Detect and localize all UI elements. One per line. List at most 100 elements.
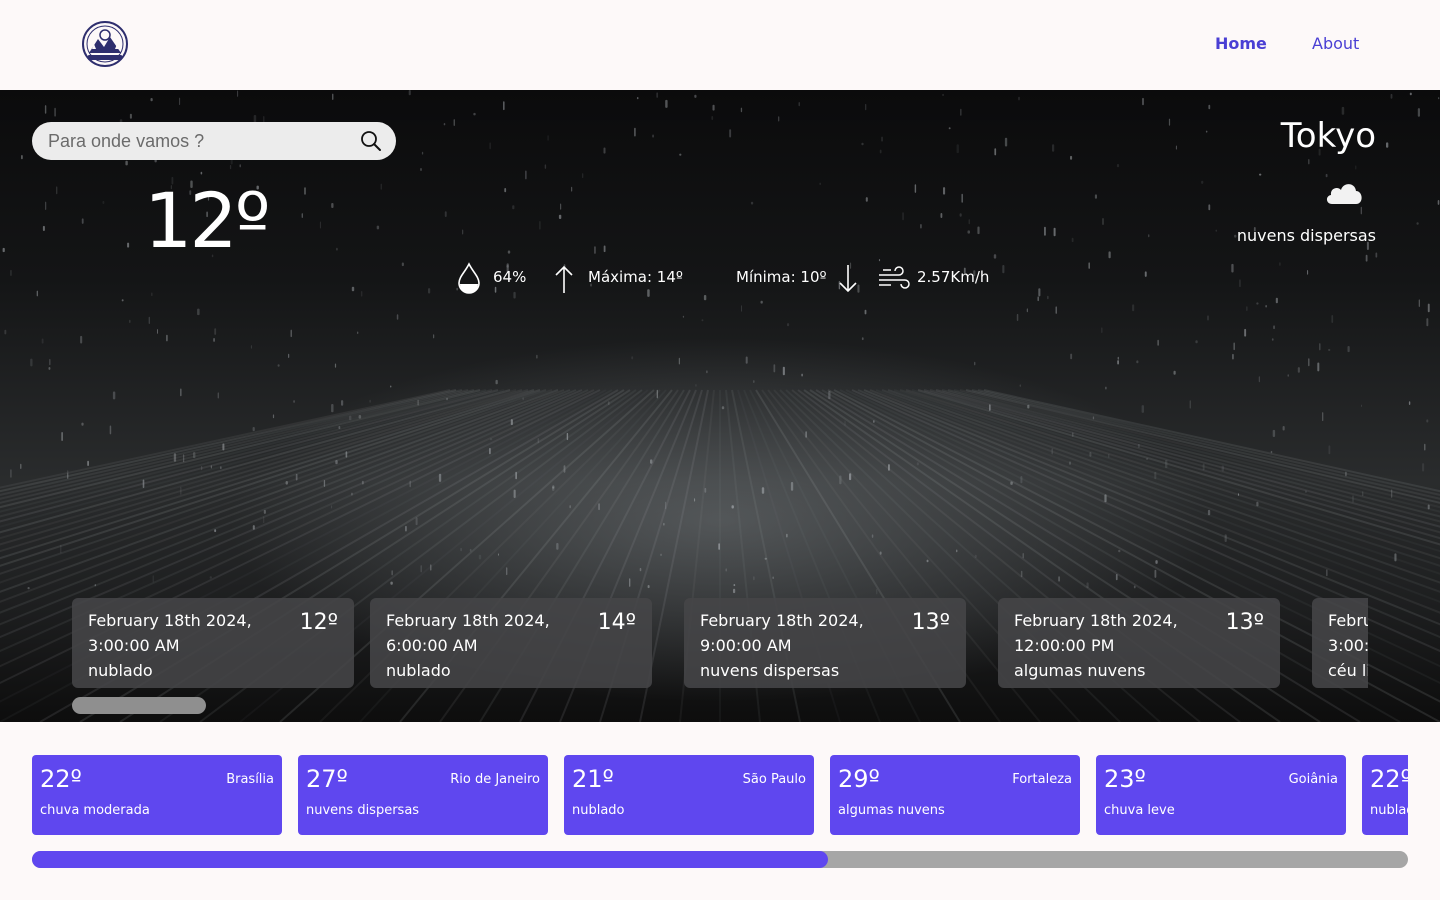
forecast-description: nuvens dispersas — [700, 661, 840, 680]
raindrop — [1189, 400, 1191, 409]
raindrop — [1142, 97, 1144, 106]
nav-home-link[interactable]: Home — [1215, 34, 1267, 53]
city-card[interactable]: 23º Goiânia chuva leve — [1096, 755, 1346, 835]
raindrop — [420, 168, 422, 171]
raindrop — [81, 218, 84, 224]
forecast-card[interactable]: February 18th 2024, 12:00:00 PM algumas … — [998, 598, 1280, 688]
raindrop — [331, 404, 334, 413]
raindrop — [1386, 142, 1389, 148]
raindrop — [916, 462, 919, 466]
raindrop — [151, 292, 153, 297]
forecast-card[interactable]: February 18th 2024, 3:00:00 PM céu limpo — [1312, 598, 1368, 688]
raindrop — [277, 364, 280, 367]
raindrop — [695, 384, 697, 387]
cities-scrollbar-thumb[interactable] — [32, 851, 828, 868]
raindrop — [1394, 553, 1397, 562]
raindrop — [1390, 93, 1393, 99]
raindrop — [1307, 270, 1309, 275]
raindrop — [960, 108, 962, 116]
raindrop — [401, 262, 404, 267]
raindrop — [1105, 386, 1107, 390]
raindrop — [239, 164, 241, 168]
city-card[interactable]: 21º São Paulo nublado — [564, 755, 814, 835]
raindrop — [129, 319, 131, 323]
raindrop — [956, 144, 959, 154]
raindrop — [977, 226, 980, 235]
forecast-card[interactable]: February 18th 2024, 9:00:00 AM nuvens di… — [684, 598, 966, 688]
raindrop — [301, 213, 303, 218]
raindrop — [740, 107, 743, 113]
raindrop — [1019, 384, 1021, 387]
raindrop — [1437, 200, 1440, 205]
raindrop — [694, 94, 697, 98]
city-card[interactable]: 22º nublado — [1362, 755, 1408, 835]
raindrop — [629, 578, 631, 587]
raindrop — [679, 153, 682, 156]
raindrop — [1088, 262, 1090, 269]
cloud-icon — [1326, 184, 1362, 204]
weather-condition: nuvens dispersas — [1236, 226, 1376, 245]
raindrop — [801, 373, 803, 377]
raindrop — [319, 221, 321, 229]
raindrop — [10, 469, 12, 478]
forecast-card[interactable]: February 18th 2024, 3:00:00 AM nublado 1… — [72, 598, 354, 688]
city-card-name: Rio de Janeiro — [450, 772, 540, 787]
raindrop — [54, 107, 56, 117]
search-bar[interactable] — [32, 122, 396, 160]
raindrop — [376, 225, 380, 230]
forecast-date: February 18th 2024, — [1014, 611, 1178, 630]
nav-about-link[interactable]: About — [1312, 34, 1359, 53]
forecast-card[interactable]: February 18th 2024, 6:00:00 AM nublado 1… — [370, 598, 652, 688]
raindrop — [87, 460, 89, 466]
raindrop — [1308, 159, 1310, 165]
raindrop — [420, 565, 422, 573]
weather-trip-logo[interactable] — [80, 19, 130, 69]
raindrop — [1438, 97, 1440, 100]
header: Home About — [0, 0, 1440, 90]
forecast-description: nublado — [386, 661, 451, 680]
raindrop — [636, 97, 639, 100]
raindrop — [1275, 297, 1278, 304]
forecast-date: February 18th 2024, — [1328, 611, 1368, 630]
city-name: Tokyo — [1280, 116, 1376, 156]
raindrop — [647, 289, 650, 297]
raindrop — [129, 113, 132, 119]
raindrop — [460, 547, 462, 552]
raindrop — [864, 309, 867, 315]
raindrop — [506, 567, 508, 576]
raindrop — [790, 482, 794, 491]
raindrop — [1328, 348, 1331, 351]
raindrop — [1047, 295, 1049, 300]
raindrop — [786, 533, 788, 538]
raindrop — [703, 295, 707, 301]
humidity-value: 64% — [493, 268, 527, 286]
city-card-temperature: 23º — [1104, 765, 1146, 793]
raindrop — [1102, 218, 1104, 225]
city-card[interactable]: 22º Brasília chuva moderada — [32, 755, 282, 835]
city-card-description: algumas nuvens — [838, 803, 945, 818]
raindrop — [152, 575, 154, 583]
raindrop — [967, 230, 970, 234]
raindrop — [594, 246, 596, 254]
raindrop — [390, 581, 393, 585]
raindrop — [993, 254, 997, 259]
raindrop — [694, 498, 696, 502]
search-input[interactable] — [48, 129, 348, 153]
raindrop — [1052, 144, 1055, 152]
city-card[interactable]: 27º Rio de Janeiro nuvens dispersas — [298, 755, 548, 835]
city-card[interactable]: 29º Fortaleza algumas nuvens — [830, 755, 1080, 835]
raindrop — [536, 354, 538, 359]
search-icon[interactable] — [360, 130, 382, 152]
arrow-up-icon — [555, 265, 573, 293]
forecast-scrollbar-thumb[interactable] — [72, 697, 206, 714]
raindrop — [782, 366, 785, 376]
raindrop — [36, 290, 38, 297]
raindrop — [741, 305, 742, 312]
forecast-time: 3:00:00 PM — [1328, 636, 1368, 655]
raindrop — [1070, 353, 1073, 360]
raindrop — [745, 356, 748, 364]
raindrop — [1175, 145, 1177, 150]
city-card-description: nublado — [572, 803, 625, 818]
raindrop — [150, 98, 153, 102]
raindrop — [408, 90, 411, 96]
